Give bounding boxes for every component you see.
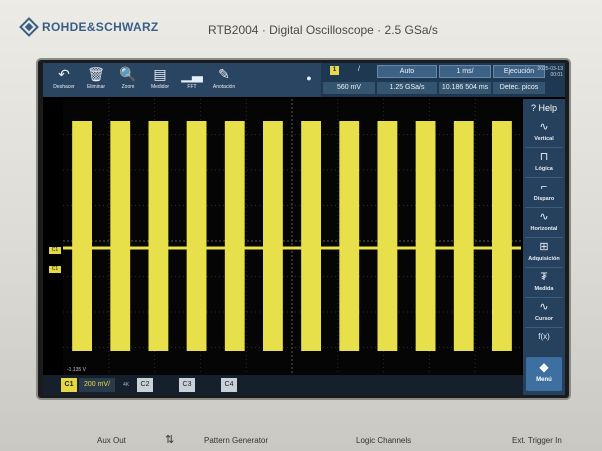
fft-button[interactable]: ▁▃ FFT <box>177 65 207 95</box>
meter-icon: ▤ <box>153 66 167 82</box>
logic-icon: ⊓ <box>539 151 549 163</box>
timebase[interactable]: 1 ms/ <box>439 65 491 78</box>
undo-button[interactable]: ↶ Deshacer <box>49 65 79 95</box>
trigger-icon: ⌐ <box>540 181 548 193</box>
channel1-offset-marker[interactable]: C1 <box>49 247 61 254</box>
waveform-plot: 3.186504 ms5.186504 ms6.186504 ms7.18650… <box>63 99 521 383</box>
logic-label: Lógica <box>535 166 553 172</box>
side-item-logic[interactable]: ⊓ Lógica <box>525 149 563 178</box>
brand-logo: ROHDE&SCHWARZ <box>19 17 159 37</box>
acquisition-icon: ⊞ <box>539 241 549 253</box>
horizontal-icon: ∿ <box>539 211 549 223</box>
settings-panel: 1 / Auto 1 ms/ Ejecución 560 mV 1.25 GSa… <box>321 63 565 97</box>
undo-label: Deshacer <box>53 84 75 90</box>
model-label: RTB2004 · Digital Oscilloscope · 2.5 GSa… <box>208 23 438 37</box>
aux-out-label: Aux Out <box>97 436 126 445</box>
side-item-cursor[interactable]: ∿ Cursor <box>525 299 563 328</box>
waveform-pulse <box>262 121 283 351</box>
oscilloscope-screen: ↶ Deshacer 🗑 Eliminar 🔍 Zoom ▤ Medidor ▁… <box>43 63 565 395</box>
acquisition-label: Adquisición <box>528 256 560 262</box>
fft-label: FFT <box>187 84 197 90</box>
zoom-icon: 🔍 <box>119 66 137 82</box>
vertical-label: Vertical <box>534 136 554 142</box>
trigger-mode[interactable]: Auto <box>377 65 437 78</box>
channel-bar: C1 200 mV/ 4K C2 C3 C4 <box>43 375 523 395</box>
pattern-generator-label: Pattern Generator <box>204 436 269 445</box>
instrument-bezel: ROHDE&SCHWARZ RTB2004 · Digital Oscillos… <box>0 0 602 451</box>
meter-button[interactable]: ▤ Medidor <box>145 65 175 95</box>
trigger-channel-badge[interactable]: 1 <box>330 66 339 75</box>
channel3-tag[interactable]: C3 <box>179 378 195 392</box>
trigger-slope-icon[interactable]: / <box>349 66 369 73</box>
side-item-math[interactable]: f(x) <box>525 329 563 358</box>
delete-label: Eliminar <box>86 84 106 90</box>
waveform-pulse <box>148 121 169 351</box>
help-button[interactable]: ? Help <box>525 99 563 117</box>
measure-label: Medida <box>534 286 554 292</box>
side-menu: ? Help ∿ Vertical ⊓ Lógica ⌐ Disparo ∿ H… <box>523 99 565 395</box>
menu-diamond-icon: ◆ <box>539 360 549 374</box>
math-icon: f(x) <box>538 332 550 341</box>
vertical-icon: ∿ <box>539 121 549 133</box>
meter-label: Medidor <box>150 84 170 90</box>
cursor-label: Cursor <box>534 316 554 322</box>
zoom-label: Zoom <box>121 84 135 90</box>
side-item-acquisition[interactable]: ⊞ Adquisición <box>525 239 563 268</box>
waveform-pulse <box>339 121 360 351</box>
bottom-reference-label: -1.135 V <box>67 367 87 373</box>
channel1-tag[interactable]: C1 <box>61 378 77 392</box>
channel4-tag[interactable]: C4 <box>221 378 237 392</box>
annotation-button[interactable]: ✎ Anotación <box>209 65 239 95</box>
ext-trigger-label: Ext. Trigger In <box>512 436 562 445</box>
usb-icon: ⇅ <box>165 434 175 446</box>
trash-icon: 🗑 <box>87 66 105 82</box>
time-position[interactable]: 10.186 504 ms <box>439 82 491 94</box>
waveform-pulse <box>377 121 398 351</box>
waveform-pulse <box>491 121 512 351</box>
time-label: 00:01 <box>550 72 563 78</box>
pen-icon: ✎ <box>218 66 230 82</box>
datetime: 2025-03-13 00:01 <box>537 66 563 78</box>
toolbar: ↶ Deshacer 🗑 Eliminar 🔍 Zoom ▤ Medidor ▁… <box>43 63 565 97</box>
waveform-pulse <box>301 121 322 351</box>
logic-channels-label: Logic Channels <box>356 436 412 445</box>
waveform-pulse <box>224 121 245 351</box>
undo-icon: ↶ <box>58 66 70 82</box>
delete-button[interactable]: 🗑 Eliminar <box>81 65 111 95</box>
cursor-icon: ∿ <box>539 301 549 313</box>
trigger-label: Disparo <box>533 196 555 202</box>
measure-icon: ₮ <box>540 271 548 283</box>
brand-name: ROHDE&SCHWARZ <box>42 20 159 34</box>
side-item-measure[interactable]: ₮ Medida <box>525 269 563 298</box>
side-item-vertical[interactable]: ∿ Vertical <box>525 119 563 148</box>
fft-icon: ▁▃ <box>181 66 203 82</box>
brand-diamond-icon <box>19 17 39 37</box>
sample-rate: 1.25 GSa/s <box>377 82 437 94</box>
trigger-level[interactable]: 560 mV <box>323 82 375 94</box>
side-item-trigger[interactable]: ⌐ Disparo <box>525 179 563 208</box>
menu-button[interactable]: ◆ Menú <box>526 357 562 391</box>
channel1-scale[interactable]: 200 mV/ <box>79 378 115 392</box>
trigger-level-marker[interactable]: C1 <box>49 266 61 273</box>
acquisition-mode[interactable]: Detec. picos <box>493 82 545 94</box>
channel-extra-label: 4K <box>122 382 130 388</box>
waveform-pulse <box>72 121 93 351</box>
zoom-button[interactable]: 🔍 Zoom <box>113 65 143 95</box>
waveform-pulse <box>415 121 436 351</box>
waveform-pulse <box>453 121 474 351</box>
waveform-pulse <box>110 121 131 351</box>
waveform-pulse <box>186 121 207 351</box>
menu-label: Menú <box>536 377 552 383</box>
channel2-tag[interactable]: C2 <box>137 378 153 392</box>
annotation-label: Anotación <box>212 84 236 90</box>
horizontal-label: Horizontal <box>530 226 558 232</box>
waveform-grid[interactable]: 3.186504 ms5.186504 ms6.186504 ms7.18650… <box>63 99 521 383</box>
side-item-horizontal[interactable]: ∿ Horizontal <box>525 209 563 238</box>
